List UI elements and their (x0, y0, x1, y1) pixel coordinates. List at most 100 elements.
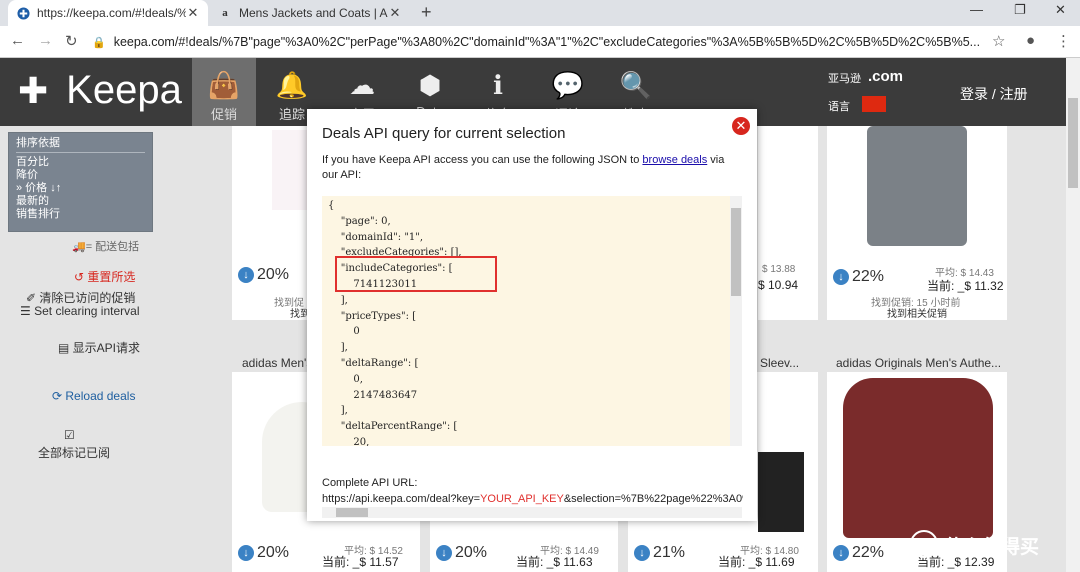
minimize-icon[interactable]: — (970, 2, 983, 17)
close-tab-icon[interactable]: ✕ (388, 5, 402, 21)
free-shipping-label: = 配送包括 (85, 241, 140, 253)
china-flag-icon[interactable] (862, 96, 886, 112)
check-icon[interactable]: ☑ (64, 428, 75, 442)
show-api-label: 显示API请求 (72, 341, 141, 355)
related-deals-link[interactable]: 找到相关促销 (887, 305, 947, 320)
product-title[interactable]: Sleev... (760, 356, 799, 370)
plus-icon: ✚ (18, 69, 49, 111)
show-api-request-link[interactable]: ▤ 显示API请求 (58, 339, 140, 356)
api-url-text[interactable]: https://api.keepa.com/deal?key=YOUR_API_… (322, 493, 743, 505)
sort-option[interactable]: 百分比 (16, 156, 145, 169)
sort-option[interactable]: 降价 (16, 169, 145, 182)
code-line: "deltaPercentRange": [ (328, 421, 458, 433)
code-scroll-thumb[interactable] (731, 208, 741, 296)
info-icon: ℹ (493, 70, 503, 100)
forward-icon[interactable]: → (38, 32, 53, 49)
close-tab-icon[interactable]: ✕ (186, 5, 200, 21)
dialog-title: Deals API query for current selection (322, 125, 566, 142)
api-url-label: Complete API URL: (322, 477, 418, 489)
sort-option[interactable]: 最新的 (16, 195, 145, 208)
arrow-down-icon: ↓ (634, 545, 650, 561)
code-line: "deltaRange": [ (328, 357, 419, 369)
free-shipping-filter[interactable]: 🚚= 配送包括 (72, 238, 139, 254)
current-price: 当前: _$ 11.32 (927, 279, 1004, 293)
arrow-down-icon: ↓ (833, 269, 849, 285)
product-image (867, 126, 967, 246)
product-card[interactable]: $ 13.88 $ 10.94 (758, 126, 818, 320)
amazon-favicon-icon: a (222, 7, 228, 19)
arrow-down-icon: ↓ (238, 545, 254, 561)
sort-option[interactable]: 销售排行 (16, 208, 145, 221)
account-icon[interactable]: ● (1026, 32, 1035, 49)
keepa-favicon-icon (16, 6, 30, 20)
watermark-logo-icon (910, 530, 938, 558)
refresh-icon: ⟳ (52, 389, 66, 403)
product-image (843, 378, 993, 538)
api-key-placeholder: YOUR_API_KEY (480, 493, 564, 505)
bookmark-star-icon[interactable]: ☆ (992, 32, 1005, 50)
include-categories-highlight (335, 256, 497, 292)
logo-text: Keepa (66, 68, 182, 112)
page-scrollbar[interactable] (1066, 58, 1080, 572)
json-code-block[interactable]: { "page": 0, "domainId": "1", "excludeCa… (322, 196, 742, 446)
api-url-selection: &selection=%7B%22page%22%3A0%2C (563, 493, 743, 505)
back-icon[interactable]: ← (10, 32, 25, 49)
discount-percent: ↓ 20% (436, 544, 487, 562)
browse-deals-link[interactable]: browse deals (642, 154, 707, 166)
reload-deals-link[interactable]: ⟳ Reload deals (52, 389, 135, 403)
tab-keepa[interactable]: https://keepa.com/#!deals/%7 ✕ (8, 0, 208, 26)
clearing-interval-link[interactable]: ☰ Set clearing interval (20, 304, 139, 318)
code-scrollbar[interactable] (730, 196, 742, 446)
reset-filter-link[interactable]: ↺ 重置所选 (74, 268, 135, 285)
arrow-down-icon: ↓ (833, 545, 849, 561)
bell-icon: 🔔 (275, 70, 309, 100)
reset-label: 重置所选 (87, 270, 136, 284)
mark-all-read-link[interactable]: 全部标记已阅 (38, 444, 110, 461)
tab-amazon[interactable]: a Mens Jackets and Coats | Ama ✕ (210, 0, 410, 26)
keepa-logo[interactable]: ✚ Keepa (18, 68, 182, 113)
discount-percent: ↓ 20% (238, 544, 289, 562)
nav-deals[interactable]: 👜 促销 (192, 58, 256, 126)
eraser-icon: ✐ (26, 291, 40, 305)
clear-visited-label: 清除已访问的促销 (39, 291, 136, 305)
url-text: keepa.com/#!deals/%7B"page"%3A0%2C"perPa… (113, 35, 981, 49)
page-scroll-thumb[interactable] (1068, 98, 1078, 188)
document-icon: ▤ (58, 341, 73, 355)
sort-option[interactable]: » 价格 ↓↑ (16, 182, 145, 195)
product-title[interactable]: adidas Originals Men's Authe... (836, 356, 1001, 370)
sort-title: 排序依据 (16, 137, 145, 153)
nav-label: 促销 (210, 107, 237, 122)
percent-text: 22% (852, 268, 885, 285)
box-icon: ⬢ (418, 70, 442, 100)
maximize-icon[interactable]: ❐ (1014, 2, 1026, 18)
code-line: 20, (328, 436, 370, 446)
login-register-link[interactable]: 登录 / 注册 (960, 84, 1028, 104)
api-url-scrollbar[interactable] (322, 507, 742, 518)
current-price: 当前: _$ 11.57 (322, 555, 399, 569)
cloud-download-icon: ☁ (349, 70, 375, 100)
code-line: ], (328, 405, 348, 417)
percent-text: 20% (257, 544, 290, 561)
product-title[interactable]: adidas Men's (242, 356, 312, 370)
close-dialog-button[interactable]: ✕ (732, 117, 750, 135)
sliders-icon: ☰ (20, 304, 35, 318)
current-price: $ 10.94 (758, 278, 799, 292)
code-line: "priceTypes": [ (328, 310, 417, 322)
browser-tab-bar: https://keepa.com/#!deals/%7 ✕ a Mens Ja… (0, 0, 1080, 26)
percent-text: 20% (257, 266, 290, 283)
undo-icon: ↺ (74, 270, 88, 284)
product-card[interactable]: ↓ 22% 平均: $ 14.43 当前: _$ 11.32 找到促销: 15 小… (827, 126, 1007, 320)
url-field[interactable]: 🔒 keepa.com/#!deals/%7B"page"%3A0%2C"per… (92, 30, 1020, 54)
new-tab-icon[interactable]: + (421, 2, 432, 23)
close-window-icon[interactable]: ✕ (1055, 2, 1066, 18)
arrow-down-icon: ↓ (436, 545, 452, 561)
clearing-interval-label: Set clearing interval (34, 304, 140, 318)
sort-box: 排序依据 百分比 降价 » 价格 ↓↑ 最新的 销售排行 (8, 132, 153, 232)
code-line: ], (328, 342, 348, 354)
api-url-scroll-thumb[interactable] (336, 508, 368, 517)
domain-selector[interactable]: .com (868, 68, 903, 85)
menu-icon[interactable]: ⋮ (1056, 32, 1071, 50)
watermark-text: 什么值得买 (944, 537, 1040, 558)
percent-text: 21% (653, 544, 686, 561)
reload-icon[interactable]: ↻ (65, 32, 78, 50)
